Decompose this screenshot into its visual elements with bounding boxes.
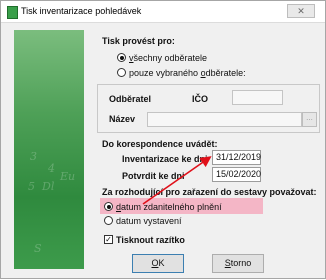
inventory-print-dialog: Tisk inventarizace pohledávek ✕ 3 4 Eu 5… — [0, 0, 326, 279]
annotation-arrow — [142, 156, 212, 205]
